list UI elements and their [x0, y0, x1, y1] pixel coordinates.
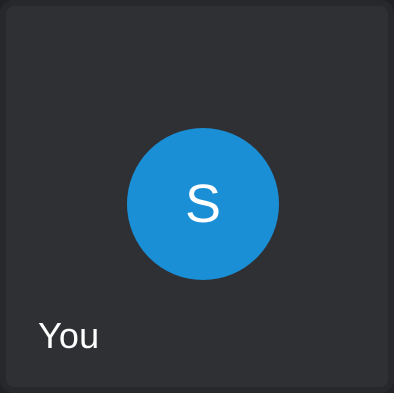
participant-tile[interactable]: S You	[0, 0, 394, 393]
participant-name-label: You	[38, 315, 100, 356]
participant-avatar: S	[127, 128, 279, 280]
